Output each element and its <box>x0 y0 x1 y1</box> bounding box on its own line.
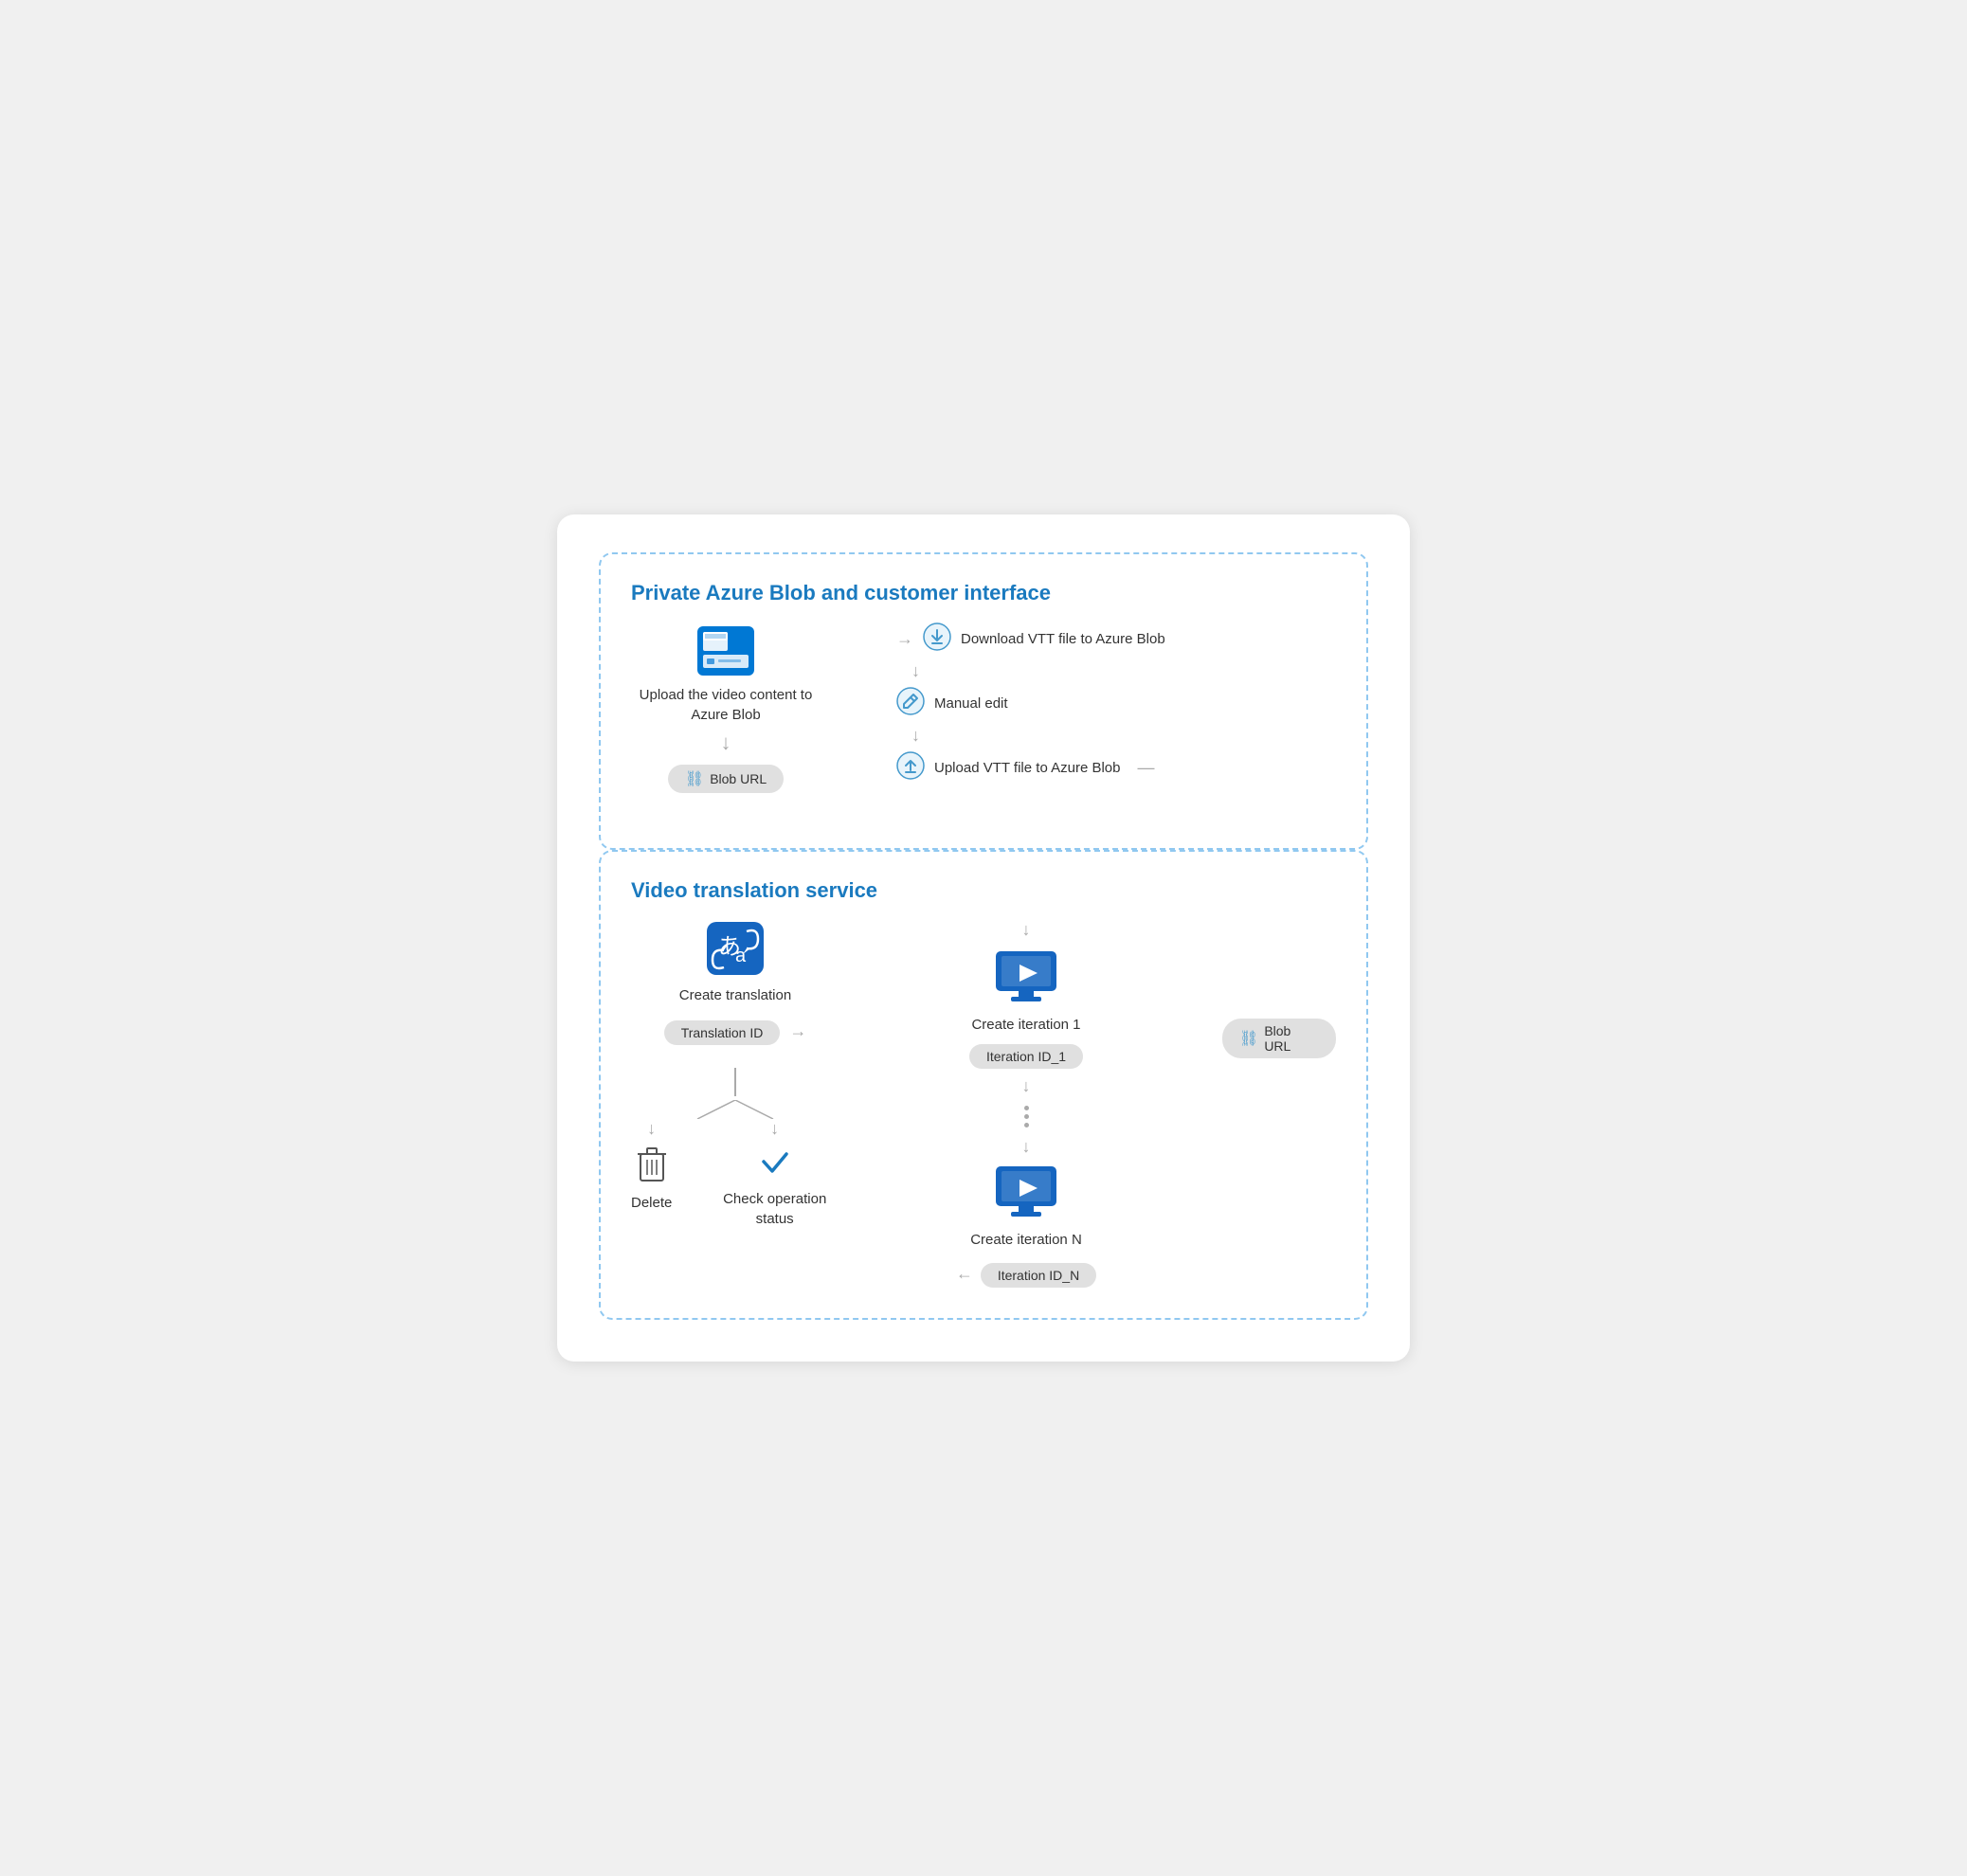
blob-url-label-bottom: Blob URL <box>1264 1023 1319 1054</box>
bottom-left-column: あ a Create translation Translation ID → <box>631 920 839 1229</box>
bottom-section-title: Video translation service <box>631 878 1336 903</box>
top-section: Private Azure Blob and customer interfac… <box>599 552 1368 850</box>
bottom-middle-column: ↓ Create iteration 1 Ite <box>839 920 1213 1288</box>
main-card: Private Azure Blob and customer interfac… <box>557 514 1410 1362</box>
iteration-id-1-badge: Iteration ID_1 <box>969 1044 1083 1069</box>
download-label: Download VTT file to Azure Blob <box>961 631 1165 647</box>
create-iteration-1-label: Create iteration 1 <box>971 1015 1080 1035</box>
top-right-column: → Download VTT file to Azure Blob ↓ <box>821 622 1336 790</box>
create-translation-label: Create translation <box>679 985 791 1005</box>
svg-text:a: a <box>735 946 747 966</box>
top-section-title: Private Azure Blob and customer interfac… <box>631 581 1336 605</box>
delete-icon <box>635 1145 669 1187</box>
upload-icon <box>896 751 925 785</box>
azure-blob-icon <box>694 622 758 679</box>
delete-label: Delete <box>631 1193 672 1213</box>
translate-icon: あ a <box>705 920 766 982</box>
translation-id-label: Translation ID <box>681 1025 764 1040</box>
blob-url-badge-bottom: ⛓ Blob URL <box>1222 1019 1336 1058</box>
upload-vtt-label: Upload VTT file to Azure Blob <box>934 760 1121 776</box>
download-icon <box>923 622 951 656</box>
translation-id-row: Translation ID → <box>664 1017 807 1045</box>
blob-url-label-top: Blob URL <box>710 771 767 786</box>
blob-url-badge-top: ⛓ Blob URL <box>668 765 784 793</box>
bottom-section: Video translation service あ a Cre <box>599 850 1368 1320</box>
check-operation-label: Check operation status <box>710 1189 839 1229</box>
link-icon-top: ⛓ <box>685 769 704 788</box>
upload-label: Upload the video content to Azure Blob <box>631 685 821 725</box>
bottom-right-column: ⛓ Blob URL <box>1213 920 1336 1058</box>
create-iteration-n-label: Create iteration N <box>970 1230 1082 1250</box>
translation-id-badge: Translation ID <box>664 1020 781 1045</box>
check-icon <box>758 1145 792 1183</box>
link-icon-bottom: ⛓ <box>1239 1029 1258 1048</box>
manual-edit-label: Manual edit <box>934 695 1008 712</box>
monitor-icon-n <box>994 1164 1058 1226</box>
iteration-id-1-label: Iteration ID_1 <box>986 1049 1066 1064</box>
iteration-id-n-badge: Iteration ID_N <box>981 1263 1096 1288</box>
edit-icon <box>896 687 925 720</box>
top-section-content: Upload the video content to Azure Blob ↓… <box>631 622 1336 821</box>
arrow-down-1: ↓ <box>721 732 731 753</box>
iteration-id-n-label: Iteration ID_N <box>998 1268 1079 1283</box>
monitor-icon-1 <box>994 949 1058 1011</box>
top-left-column: Upload the video content to Azure Blob ↓… <box>631 622 821 793</box>
